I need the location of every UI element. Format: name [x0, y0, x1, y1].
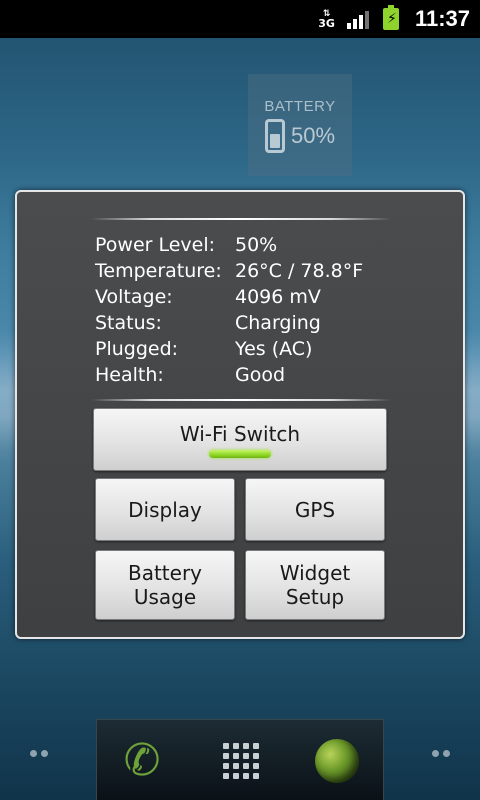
info-row-voltage: Voltage: 4096 mV [95, 284, 425, 310]
gps-button[interactable]: GPS [245, 478, 385, 541]
status-bar: ⇅ 3G ⚡ 11:37 [0, 0, 480, 38]
widget-setup-button[interactable]: Widget Setup [245, 550, 385, 620]
battery-widget[interactable]: BATTERY 50% [248, 74, 352, 176]
battery-charging-icon: ⚡ [382, 5, 399, 30]
info-value: Charging [235, 312, 321, 334]
info-row-health: Health: Good [95, 362, 425, 388]
info-value: 26°C / 78.8°F [235, 260, 364, 282]
info-row-status: Status: Charging [95, 310, 425, 336]
info-value: Good [235, 364, 286, 386]
info-row-power-level: Power Level: 50% [95, 232, 425, 258]
battery-usage-label-line2: Usage [133, 585, 197, 609]
divider-top [91, 218, 391, 220]
wifi-switch-label: Wi-Fi Switch [179, 421, 301, 446]
widget-setup-label-line2: Setup [285, 585, 345, 609]
page-indicator-left[interactable] [30, 750, 48, 757]
display-button[interactable]: Display [95, 478, 235, 541]
app-drawer-icon[interactable] [216, 736, 266, 786]
info-label: Plugged: [95, 338, 179, 360]
battery-widget-percent: 50% [290, 123, 336, 148]
battery-info-dialog: Power Level: 50% Temperature: 26°C / 78.… [15, 190, 465, 639]
page-indicator-right[interactable] [432, 750, 450, 757]
info-value: 50% [235, 234, 278, 256]
wifi-on-indicator [209, 449, 271, 458]
info-label: Temperature: [95, 260, 222, 282]
info-label: Health: [95, 364, 164, 386]
home-dock: ✆ [96, 719, 384, 800]
wifi-switch-button[interactable]: Wi-Fi Switch [93, 408, 387, 471]
battery-usage-button[interactable]: Battery Usage [95, 550, 235, 620]
browser-icon[interactable] [312, 736, 362, 786]
info-value: 4096 mV [235, 286, 321, 308]
gps-button-label: GPS [294, 497, 336, 522]
phone-icon[interactable]: ✆ [117, 736, 167, 786]
battery-usage-label-line1: Battery [127, 561, 203, 585]
info-label: Status: [95, 312, 162, 334]
info-label: Voltage: [95, 286, 173, 308]
display-button-label: Display [128, 497, 202, 522]
data-3g-icon: ⇅ 3G [318, 9, 335, 30]
info-row-plugged: Plugged: Yes (AC) [95, 336, 425, 362]
info-label: Power Level: [95, 234, 216, 256]
battery-icon [264, 119, 285, 153]
widget-setup-label-line1: Widget [279, 561, 351, 585]
battery-info-list: Power Level: 50% Temperature: 26°C / 78.… [95, 232, 425, 388]
status-time: 11:37 [414, 6, 470, 31]
divider-bottom [91, 399, 391, 401]
battery-widget-title: BATTERY [264, 98, 336, 115]
info-value: Yes (AC) [235, 338, 313, 360]
signal-strength-icon [346, 9, 369, 29]
info-row-temperature: Temperature: 26°C / 78.8°F [95, 258, 425, 284]
